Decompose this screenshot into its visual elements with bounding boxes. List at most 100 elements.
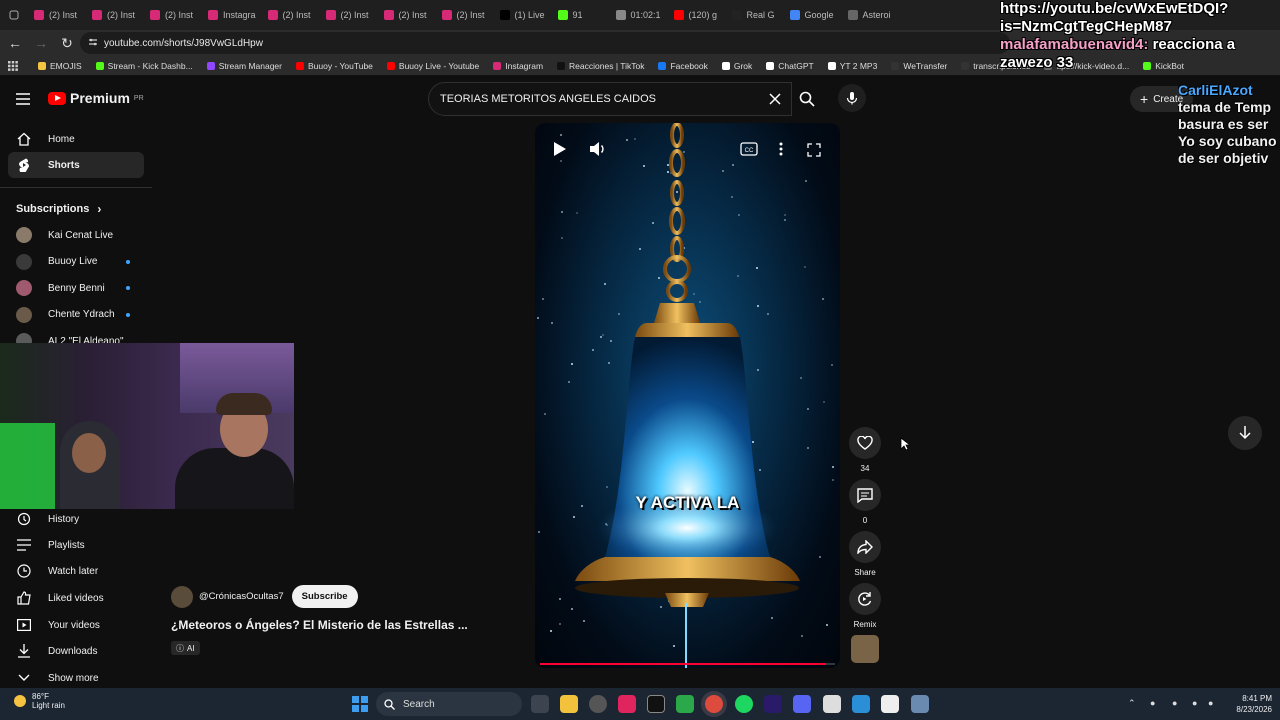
browser-tab[interactable]: Instagra — [202, 2, 262, 28]
bookmark-item[interactable]: Facebook — [658, 61, 708, 71]
audio-thumbnail[interactable] — [851, 635, 879, 663]
browser-tab[interactable]: Real G — [726, 2, 784, 28]
browser-tab[interactable]: (2) Inst — [262, 2, 320, 28]
back-icon[interactable]: ← — [4, 32, 26, 54]
like-button[interactable]: 34 — [848, 427, 882, 473]
chevron-right-icon: › — [97, 202, 102, 216]
subscriptions-header[interactable]: Subscriptions › — [8, 196, 144, 222]
premiere-icon[interactable] — [764, 695, 782, 713]
obs-icon[interactable] — [589, 695, 607, 713]
bookmark-item[interactable]: Stream Manager — [206, 61, 282, 71]
bookmark-item[interactable]: EMOJIS — [38, 61, 82, 71]
windows-start-icon[interactable] — [352, 696, 368, 712]
sidebar-item-liked-videos[interactable]: Liked videos — [8, 585, 144, 611]
new-content-dot — [126, 259, 130, 264]
tab-favicon-icon — [731, 10, 742, 20]
app-icon[interactable] — [881, 695, 899, 713]
taskbar-search[interactable]: Search — [376, 692, 522, 716]
channel-avatar[interactable] — [171, 585, 193, 608]
microphone-tray-icon[interactable]: ● — [1172, 698, 1182, 708]
wifi-icon[interactable]: ● — [1192, 698, 1202, 708]
next-short-button[interactable] — [1228, 416, 1262, 450]
short-video-player[interactable]: CC Y ACTIVA LA — [535, 123, 840, 668]
remix-button[interactable]: Remix — [848, 583, 882, 629]
comments-button[interactable]: 0 — [848, 479, 882, 525]
clear-search-icon[interactable] — [769, 93, 781, 108]
fullscreen-icon[interactable] — [807, 143, 821, 162]
browser-tab[interactable]: Asteroi — [842, 2, 900, 28]
bookmark-item[interactable]: Grok — [721, 61, 752, 71]
sidebar-item-playlists[interactable]: Playlists — [8, 532, 144, 558]
sidebar-subscription-item[interactable]: Kai Cenat Live — [8, 222, 144, 248]
play-icon[interactable] — [553, 141, 567, 162]
address-bar[interactable]: youtube.com/shorts/J98VwGLdHpw — [80, 32, 1010, 54]
tab-search-icon[interactable] — [0, 2, 28, 28]
bookmark-item[interactable]: Stream - Kick Dashb... — [95, 61, 193, 71]
file-explorer-icon[interactable] — [560, 695, 578, 713]
bookmark-item[interactable]: WeTransfer — [891, 61, 947, 71]
browser-tab[interactable]: (2) Inst — [144, 2, 202, 28]
sidebar-subscription-item[interactable]: Chente Ydrach — [8, 302, 144, 328]
sidebar-item-your-videos[interactable]: Your videos — [8, 612, 144, 638]
channel-name[interactable]: @CrónicasOcultas7 — [199, 591, 284, 602]
video-progress-bar[interactable] — [540, 663, 835, 665]
sidebar-subscription-item[interactable]: Buuoy Live — [8, 249, 144, 275]
share-button[interactable]: Share — [848, 531, 882, 577]
browser-tab[interactable]: (2) Inst — [320, 2, 378, 28]
app-icon[interactable] — [852, 695, 870, 713]
youtube-premium-logo[interactable]: Premium PR — [48, 90, 144, 106]
sidebar-item-downloads[interactable]: Downloads — [8, 638, 144, 664]
bookmark-item[interactable]: YT 2 MP3 — [827, 61, 877, 71]
app-icon[interactable] — [676, 695, 694, 713]
browser-tab[interactable]: 91 — [552, 2, 610, 28]
browser-tab[interactable]: (2) Inst — [28, 2, 86, 28]
discord-icon[interactable] — [793, 695, 811, 713]
bookmark-item[interactable]: Reacciones | TikTok — [557, 61, 644, 71]
task-view-icon[interactable] — [531, 695, 549, 713]
notepad-icon[interactable] — [823, 695, 841, 713]
sidebar-subscription-item[interactable]: Benny Benni — [8, 275, 144, 301]
volume-icon[interactable] — [589, 141, 607, 162]
volume-tray-icon[interactable]: ● — [1208, 698, 1218, 708]
browser-tab[interactable]: Google — [784, 2, 842, 28]
sidebar-item-history[interactable]: History — [8, 506, 144, 532]
tray-chevron-icon[interactable]: ⌃ — [1128, 698, 1138, 708]
chrome-icon[interactable] — [705, 695, 723, 713]
app-icon[interactable] — [911, 695, 929, 713]
bookmark-item[interactable]: Buuoy Live - Youtube — [386, 61, 479, 71]
bookmark-item[interactable]: ChatGPT — [766, 61, 814, 71]
menu-icon[interactable] — [16, 92, 30, 110]
browser-tab[interactable]: (2) Inst — [86, 2, 144, 28]
short-title[interactable]: ¿Meteoros o Ángeles? El Misterio de las … — [171, 618, 491, 632]
sidebar-item-shorts[interactable]: Shorts — [8, 152, 144, 178]
bookmark-item[interactable]: Instagram — [493, 61, 543, 71]
reload-icon[interactable]: ↻ — [56, 32, 78, 54]
closed-captions-icon[interactable]: CC — [740, 142, 758, 161]
sidebar-item-home[interactable]: Home — [8, 126, 144, 152]
spotify-icon[interactable] — [735, 695, 753, 713]
tab-label: Asteroi — [862, 10, 891, 20]
ai-label-badge[interactable]: ⓘ AI — [171, 641, 200, 655]
bookmark-item[interactable]: Buuoy - YouTube — [296, 61, 373, 71]
subscribe-button[interactable]: Subscribe — [291, 585, 358, 608]
browser-tab[interactable]: (120) g — [668, 2, 726, 28]
taskbar-clock[interactable]: 8:41 PM 8/23/2026 — [1222, 693, 1272, 715]
browser-tab[interactable]: 01:02:1 — [610, 2, 668, 28]
site-info-icon[interactable] — [88, 37, 98, 50]
sidebar-item-watch-later[interactable]: Watch later — [8, 558, 144, 584]
voice-search-button[interactable] — [838, 84, 866, 112]
search-input[interactable]: TEORIAS METORITOS ANGELES CAIDOS — [428, 82, 792, 116]
tiktok-live-icon[interactable] — [618, 695, 636, 713]
browser-tab[interactable]: (2) Inst — [436, 2, 494, 28]
network-icon[interactable]: ● — [1150, 698, 1160, 708]
bookmark-favicon-icon — [766, 61, 775, 70]
capcut-icon[interactable] — [647, 695, 665, 713]
browser-tab[interactable]: (1) Live — [494, 2, 552, 28]
browser-tab[interactable]: (2) Inst — [378, 2, 436, 28]
search-button[interactable] — [792, 82, 822, 116]
apps-grid-icon[interactable] — [8, 61, 18, 73]
weather-widget[interactable]: 86°F Light rain — [14, 692, 65, 710]
forward-icon[interactable]: → — [30, 32, 52, 54]
more-options-icon[interactable] — [779, 142, 783, 161]
chat-link-line: https://youtu.be/cvWxEwEtDQI? — [1000, 0, 1229, 17]
